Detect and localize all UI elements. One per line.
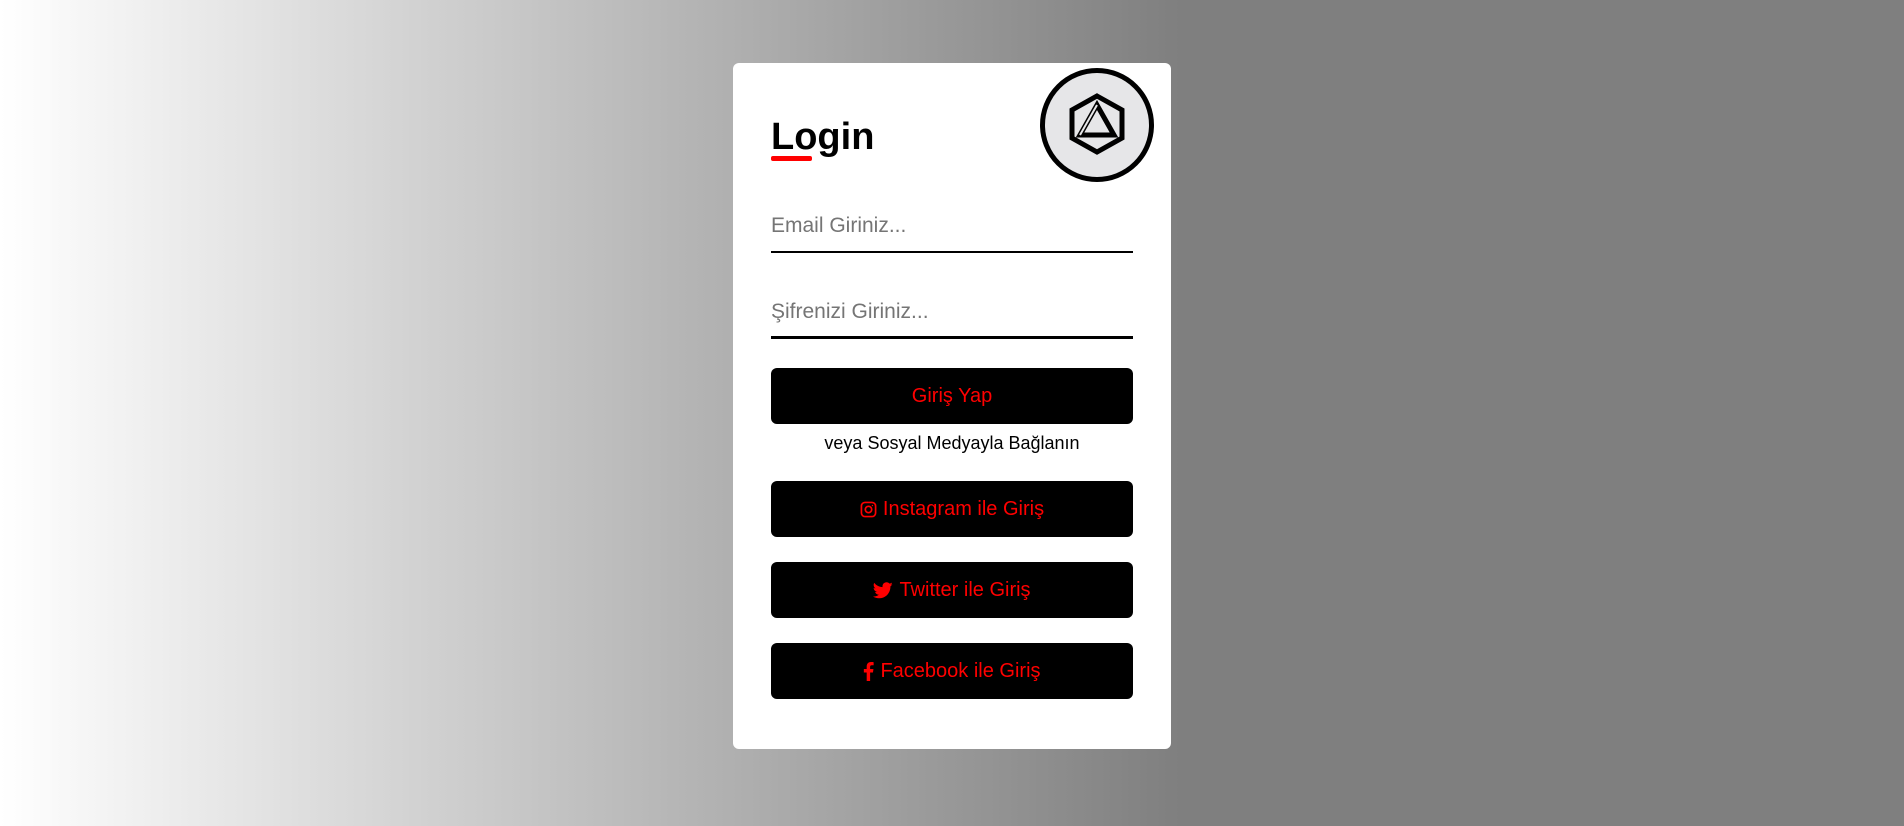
email-field[interactable]	[771, 201, 1133, 253]
facebook-icon	[863, 661, 875, 681]
login-button-label: Giriş Yap	[911, 384, 993, 407]
twitter-login-button[interactable]: Twitter ile Giriş	[771, 562, 1133, 618]
password-field[interactable]	[771, 287, 1133, 339]
social-connect-text: veya Sosyal Medyayla Bağlanın	[824, 433, 1080, 453]
instagram-login-label: Instagram ile Giriş	[882, 497, 1045, 520]
title-underline	[771, 156, 812, 161]
instagram-icon	[860, 501, 877, 518]
facebook-login-label: Facebook ile Giriş	[880, 659, 1041, 682]
facebook-login-button[interactable]: Facebook ile Giriş	[771, 643, 1133, 699]
twitter-login-label: Twitter ile Giriş	[899, 578, 1031, 601]
hexagon-triangle-logo-icon	[1069, 93, 1125, 155]
twitter-icon	[873, 581, 894, 599]
logo	[1040, 68, 1154, 182]
instagram-login-button[interactable]: Instagram ile Giriş	[771, 481, 1133, 537]
page-title: Login	[771, 116, 875, 158]
login-card: Login Giriş Yap veya Sosyal Medyayla Bağ…	[733, 63, 1171, 749]
login-button[interactable]: Giriş Yap	[771, 368, 1133, 424]
